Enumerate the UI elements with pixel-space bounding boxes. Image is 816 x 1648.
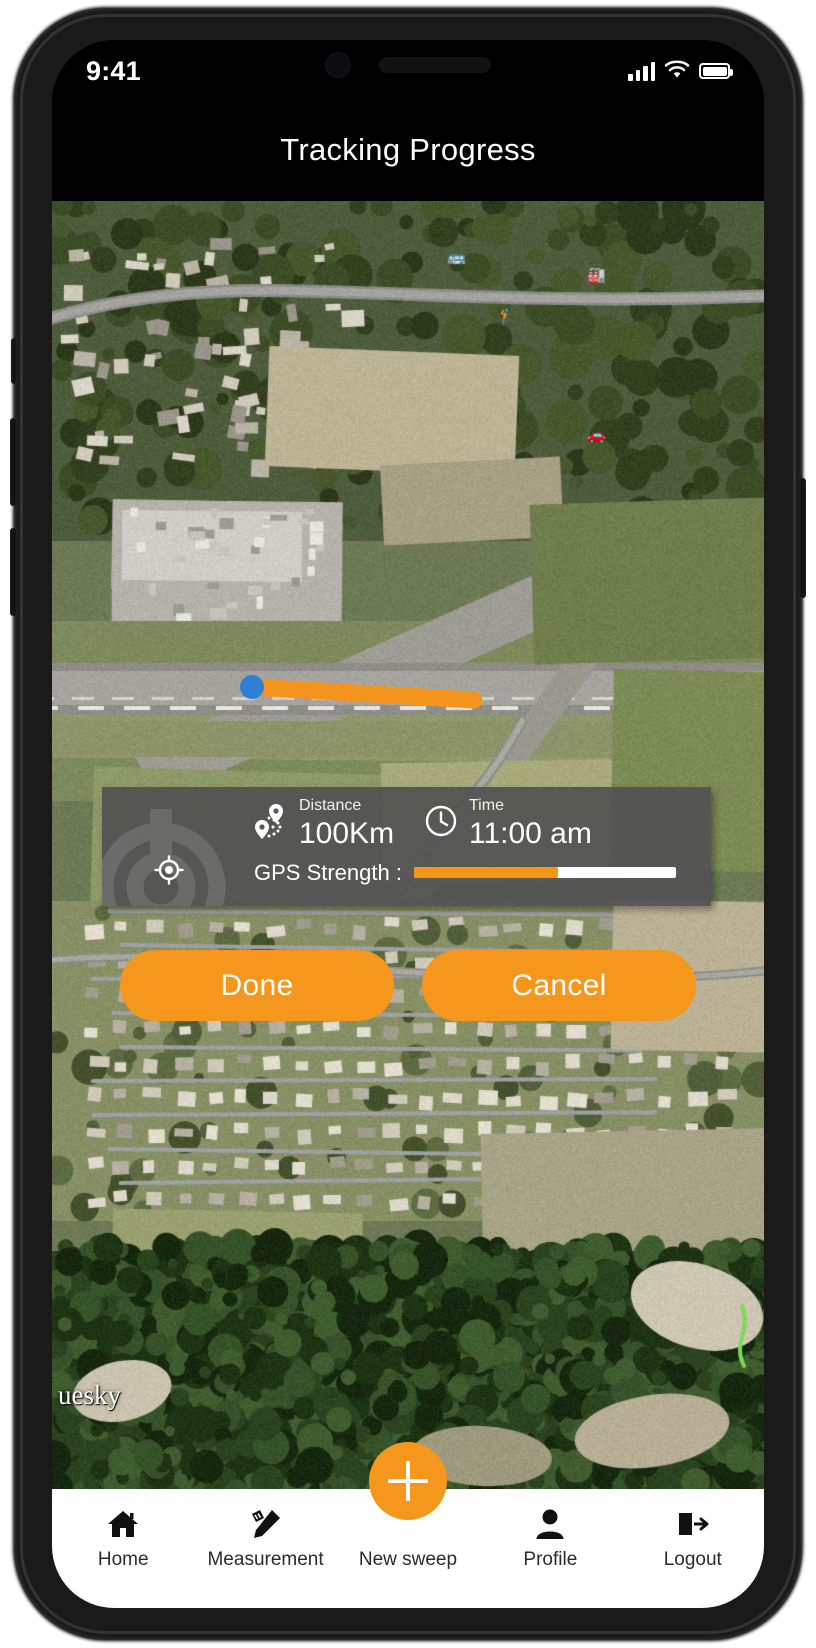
gps-strength-bar-fill — [414, 867, 558, 878]
distance-metric: Distance 100Km — [254, 798, 414, 850]
home-icon — [107, 1507, 139, 1541]
map-attribution-watermark: uesky — [58, 1380, 121, 1411]
power-button[interactable] — [799, 478, 806, 598]
new-sweep-fab-button[interactable] — [369, 1442, 447, 1520]
gps-strength-label: GPS Strength : — [254, 860, 402, 886]
logout-icon — [677, 1507, 709, 1541]
gps-strength-bar — [414, 867, 676, 878]
cancel-button[interactable]: Cancel — [422, 950, 696, 1021]
done-button[interactable]: Done — [120, 950, 394, 1021]
tab-measurement[interactable]: Measurement — [195, 1507, 337, 1571]
route-pin-icon — [254, 801, 288, 846]
tab-measurement-label: Measurement — [207, 1549, 323, 1571]
status-time: 9:41 — [86, 56, 141, 87]
status-icons — [628, 59, 730, 84]
route-start-marker[interactable] — [240, 675, 264, 699]
phone-notch — [243, 40, 573, 98]
distance-value: 100Km — [299, 818, 394, 850]
volume-down-button[interactable] — [10, 528, 17, 616]
tab-profile-label: Profile — [523, 1549, 577, 1571]
gps-strength-row: GPS Strength : — [102, 860, 711, 886]
tab-home-label: Home — [98, 1549, 149, 1571]
page-title: Tracking Progress — [280, 132, 535, 168]
tab-logout-label: Logout — [664, 1549, 722, 1571]
time-value: 11:00 am — [469, 818, 592, 850]
tab-profile[interactable]: Profile — [479, 1507, 621, 1571]
wifi-icon — [664, 59, 690, 84]
metrics-row: Distance 100Km Time 11:00 am — [102, 798, 711, 850]
battery-icon — [699, 63, 730, 79]
signal-bars-icon — [628, 61, 655, 81]
tab-home[interactable]: Home — [52, 1507, 194, 1571]
gps-target-icon — [154, 855, 184, 890]
clock-icon — [424, 804, 458, 843]
tab-new-sweep-label: New sweep — [359, 1549, 457, 1571]
distance-label: Distance — [299, 798, 394, 814]
route-track-line — [252, 687, 474, 700]
volume-up-button[interactable] — [10, 418, 17, 506]
app-header: Tracking Progress — [52, 98, 764, 201]
tab-logout[interactable]: Logout — [622, 1507, 764, 1571]
time-label: Time — [469, 798, 592, 814]
person-icon — [535, 1507, 565, 1541]
action-buttons-row: Done Cancel — [52, 950, 764, 1021]
front-camera-icon — [325, 52, 351, 78]
phone-screen: uesky Distance 100Km Time 11:00 am GPS S… — [52, 40, 764, 1608]
time-metric: Time 11:00 am — [424, 798, 592, 850]
phone-frame: uesky Distance 100Km Time 11:00 am GPS S… — [14, 8, 802, 1640]
tracking-info-panel: Distance 100Km Time 11:00 am GPS Strengt… — [102, 787, 711, 906]
ruler-pencil-icon — [250, 1507, 282, 1541]
silent-switch[interactable] — [11, 338, 17, 384]
earpiece-speaker — [379, 57, 491, 73]
